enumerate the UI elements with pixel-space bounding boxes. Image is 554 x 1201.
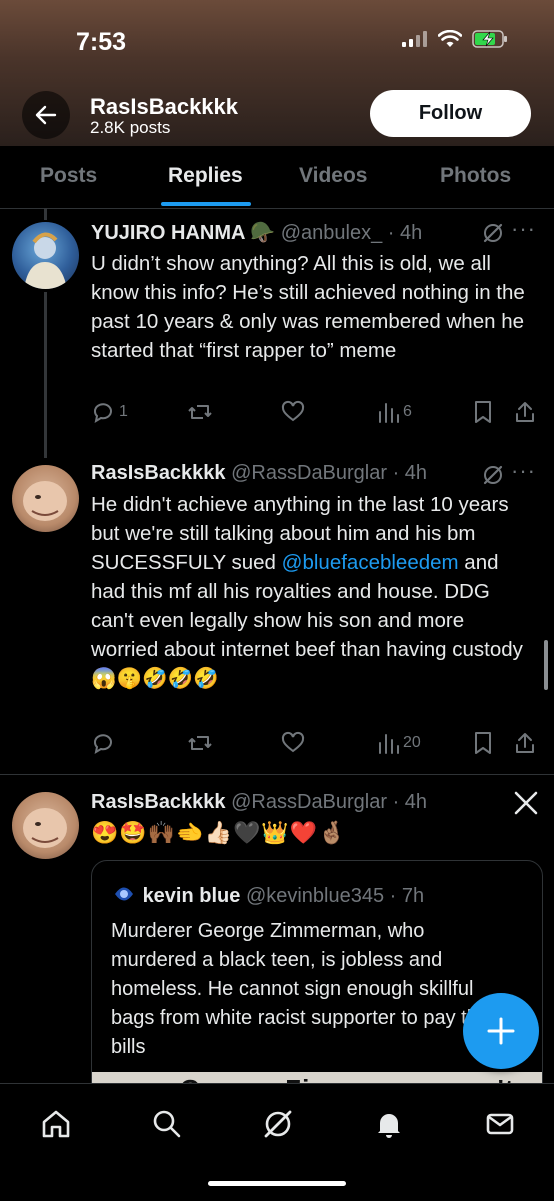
quoted-post[interactable]: kevin blue @kevinblue345 · 7h Murderer G… [91, 860, 543, 1102]
reply-button[interactable]: 1 [91, 400, 128, 424]
share-icon [516, 402, 534, 422]
avatar[interactable] [12, 792, 79, 859]
grok-icon[interactable] [482, 464, 504, 486]
like-button[interactable] [281, 400, 305, 424]
quote-meta: kevin blue @kevinblue345 · 7h [111, 883, 424, 908]
profile-tabs: Posts Replies Videos Photos [0, 146, 554, 209]
quote-avatar-icon [115, 887, 133, 901]
author-handle[interactable]: @anbulex_ · 4h [281, 222, 423, 244]
post-divider [0, 774, 554, 775]
bookmark-button[interactable] [473, 400, 493, 424]
share-button[interactable] [514, 731, 536, 755]
author-name[interactable]: YUJIRO HANMA 🪖 [91, 222, 275, 244]
wifi-icon [438, 30, 462, 47]
signal-icon [402, 31, 427, 47]
scrollbar-thumb[interactable] [544, 640, 548, 690]
tab-posts[interactable]: Posts [40, 164, 97, 188]
quote-author-handle: @kevinblue345 · 7h [245, 885, 425, 907]
heart-icon [281, 400, 305, 422]
post-text: 😍🤩🙌🏾🫲👍🏻🖤👑❤️🤞🏽 [91, 820, 347, 845]
tab-replies[interactable]: Replies [168, 164, 243, 188]
post-meta: RasIsBackkkk @RassDaBurglar · 4h [91, 791, 427, 814]
views-icon [379, 734, 399, 754]
more-options-icon[interactable]: ··· [511, 216, 536, 242]
nav-search[interactable] [147, 1104, 187, 1144]
mention-link[interactable]: @bluefacebleedem [282, 551, 459, 574]
home-indicator[interactable] [208, 1181, 346, 1186]
post-meta: YUJIRO HANMA 🪖 @anbulex_ · 4h [91, 220, 422, 245]
status-icons [402, 30, 508, 48]
quote-author-name: kevin blue [142, 885, 241, 907]
plus-icon [487, 1017, 515, 1045]
tab-videos[interactable]: Videos [299, 164, 367, 188]
back-button[interactable] [22, 91, 70, 139]
repost-button[interactable] [187, 731, 213, 755]
views-button[interactable]: 6 [377, 400, 412, 424]
nav-notifications[interactable] [369, 1104, 409, 1144]
heart-icon [281, 731, 305, 753]
status-time: 7:53 [76, 28, 127, 56]
nav-grok[interactable] [258, 1104, 298, 1144]
avatar[interactable] [12, 465, 79, 532]
avatar-image-icon [23, 808, 67, 848]
view-count: 20 [403, 734, 421, 751]
author-handle[interactable]: @RassDaBurglar · 4h [231, 462, 427, 484]
author-name[interactable]: RasIsBackkkk [91, 791, 226, 813]
nav-messages[interactable] [480, 1104, 520, 1144]
views-button[interactable]: 20 [377, 731, 421, 755]
profile-post-count: 2.8K posts [90, 118, 171, 137]
post-actions: 20 [91, 731, 541, 759]
compose-button[interactable] [463, 993, 539, 1069]
home-icon [42, 1110, 70, 1138]
share-icon [516, 733, 534, 753]
more-options-icon[interactable]: ··· [511, 458, 536, 484]
nav-home[interactable] [36, 1104, 76, 1144]
views-icon [379, 403, 399, 423]
battery-charging-icon [472, 30, 507, 48]
post-actions: 1 6 [91, 400, 541, 428]
avatar[interactable] [12, 222, 79, 289]
view-count: 6 [403, 403, 412, 420]
bookmark-button[interactable] [473, 731, 493, 755]
reply-icon [94, 734, 112, 755]
post-text: U didn’t show anything? All this is old,… [91, 252, 525, 362]
bell-icon [378, 1114, 400, 1138]
author-handle[interactable]: @RassDaBurglar · 4h [231, 791, 427, 813]
like-button[interactable] [281, 731, 305, 755]
quote-text: Murderer George Zimmerman, who murdered … [111, 920, 489, 1058]
x-logo-icon [514, 791, 538, 815]
search-icon [153, 1110, 181, 1138]
reply-button[interactable] [91, 731, 115, 755]
mail-icon [486, 1113, 514, 1135]
repost-button[interactable] [187, 400, 213, 424]
grok-icon[interactable] [482, 222, 504, 244]
repost-icon [188, 736, 212, 750]
reply-count: 1 [119, 403, 128, 420]
thread-line [44, 292, 47, 458]
avatar-image-icon [23, 481, 67, 521]
follow-button[interactable]: Follow [370, 90, 531, 137]
tab-photos[interactable]: Photos [440, 164, 511, 188]
grok-icon [264, 1110, 292, 1138]
profile-name: RasIsBackkkk [90, 94, 239, 119]
repost-icon [188, 405, 212, 419]
author-name[interactable]: RasIsBackkkk [91, 462, 226, 484]
share-button[interactable] [514, 400, 536, 424]
bookmark-icon [475, 401, 491, 423]
reply-icon [94, 403, 112, 424]
avatar-image-icon [24, 232, 67, 289]
post-meta: RasIsBackkkk @RassDaBurglar · 4h [91, 462, 427, 485]
active-tab-indicator [161, 202, 251, 206]
arrow-left-icon [35, 105, 57, 125]
thread-line-top [44, 208, 47, 220]
bookmark-icon [475, 732, 491, 754]
profile-header-banner: 7:53 RasIsBackkkk 2.8K posts Follow [0, 0, 554, 146]
post-text: He didn't achieve anything in the last 1… [91, 490, 531, 693]
